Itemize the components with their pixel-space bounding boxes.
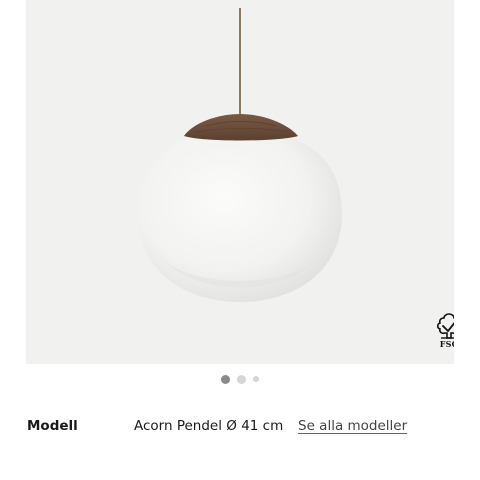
model-value: Acorn Pendel Ø 41 cm [134, 418, 284, 434]
carousel-dot-1[interactable] [221, 374, 230, 384]
pendant-lamp-image [138, 8, 342, 302]
model-label: Modell [27, 418, 78, 434]
carousel-dots [0, 373, 480, 385]
model-row: Modell Acorn Pendel Ø 41 cm Se alla mode… [0, 414, 480, 440]
see-all-models-link[interactable]: Se alla modeller [298, 418, 407, 434]
carousel-dot-3[interactable] [253, 376, 259, 382]
product-image[interactable]: FSC [26, 0, 454, 364]
wood-cap [184, 114, 298, 141]
fsc-label: FSC [439, 339, 454, 349]
carousel-dot-2[interactable] [237, 374, 246, 384]
fsc-tree-icon [436, 313, 454, 339]
product-page: FSC Modell Acorn Pendel Ø 41 cm Se alla … [0, 0, 480, 480]
fsc-logo: FSC [430, 312, 454, 350]
glass-globe [138, 130, 342, 302]
